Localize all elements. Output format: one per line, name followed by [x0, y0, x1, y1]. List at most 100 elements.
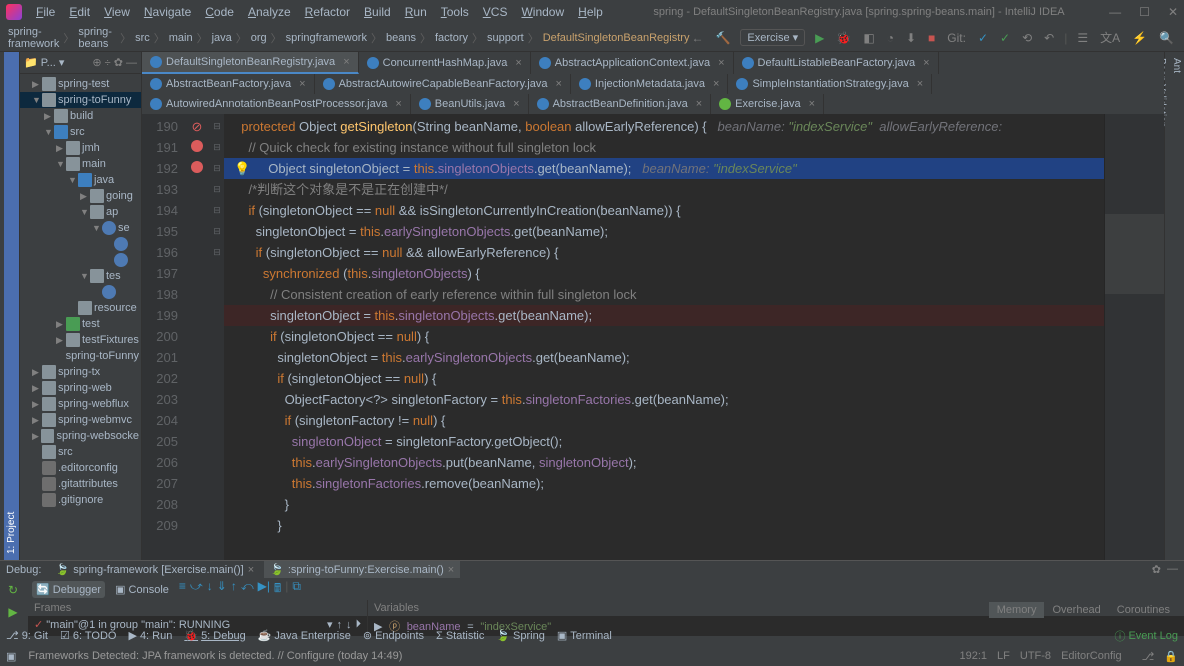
editor-tab[interactable]: Exercise.java×: [711, 94, 824, 114]
git-branch-icon[interactable]: ⎇: [1142, 650, 1155, 663]
trace-icon[interactable]: ⧉: [292, 579, 301, 600]
debug-hide-icon[interactable]: —: [1167, 563, 1178, 576]
rerun-icon[interactable]: ↻: [2, 580, 24, 600]
profiler-icon[interactable]: ◔: [885, 29, 896, 47]
vcs-commit-icon[interactable]: ✓: [998, 29, 1012, 47]
tool-todo[interactable]: ☑ 6: TODO: [60, 629, 116, 642]
close-tab-icon[interactable]: ×: [809, 98, 815, 110]
close-tab-icon[interactable]: ×: [923, 57, 929, 69]
status-indicator-icon[interactable]: ▣: [6, 650, 16, 663]
step-out-icon[interactable]: ↑: [231, 579, 237, 600]
resume-icon[interactable]: ▶: [2, 602, 24, 622]
code-line[interactable]: /*判断这个对象是不是正在创建中*/: [234, 179, 1104, 200]
left-tool-structure[interactable]: 7: Structure: [0, 52, 4, 560]
menu-help[interactable]: Help: [572, 3, 609, 21]
code-line[interactable]: singletonObject = this.earlySingletonObj…: [234, 221, 1104, 242]
close-tab-icon[interactable]: ×: [713, 78, 719, 90]
close-tab-icon[interactable]: ×: [395, 98, 401, 110]
breadcrumb-item[interactable]: org: [251, 32, 267, 44]
caret-position[interactable]: 192:1: [960, 650, 988, 663]
menu-edit[interactable]: Edit: [63, 3, 96, 21]
tree-item[interactable]: ▼spring-toFunny: [20, 92, 141, 108]
drop-frame-icon[interactable]: ⤺: [241, 579, 254, 600]
back-icon[interactable]: ←: [689, 29, 705, 47]
close-icon[interactable]: ×: [448, 564, 454, 576]
tree-item[interactable]: ▶spring-websocke: [20, 428, 141, 444]
stop-icon[interactable]: ■: [926, 29, 937, 47]
close-tab-icon[interactable]: ×: [555, 78, 561, 90]
close-tab-icon[interactable]: ×: [299, 78, 305, 90]
var-tab-coroutines[interactable]: Coroutines: [1109, 602, 1178, 618]
step-into-icon[interactable]: ↓: [207, 579, 213, 600]
code-line[interactable]: if (singletonObject == null) {: [234, 368, 1104, 389]
tool-spring[interactable]: 🍃 Spring: [496, 629, 545, 642]
debug-session-tab[interactable]: 🍃:spring-toFunny:Exercise.main()×: [264, 561, 460, 578]
vcs-revert-icon[interactable]: ↶: [1042, 29, 1056, 47]
close-tab-icon[interactable]: ×: [917, 78, 923, 90]
breadcrumb-item[interactable]: src: [135, 32, 150, 44]
ide-scripting-icon[interactable]: ☰: [1075, 29, 1090, 47]
editor-tab[interactable]: AbstractApplicationContext.java×: [531, 52, 734, 74]
tool-event-log[interactable]: ⓘ Event Log: [1114, 628, 1178, 644]
tree-item[interactable]: ▼src: [20, 124, 141, 140]
tree-item[interactable]: ▶spring-webmvc: [20, 412, 141, 428]
minimize-icon[interactable]: —: [1109, 5, 1121, 19]
tree-item[interactable]: ▶jmh: [20, 140, 141, 156]
tool-run[interactable]: ▶ 4: Run: [128, 629, 172, 642]
breakpoint-icon[interactable]: [191, 161, 203, 173]
maximize-icon[interactable]: ☐: [1139, 5, 1150, 19]
breadcrumb-item[interactable]: factory: [435, 32, 468, 44]
tree-item[interactable]: src: [20, 444, 141, 460]
code-line[interactable]: this.earlySingletonObjects.put(beanName,…: [234, 452, 1104, 473]
tree-item[interactable]: ▼ap: [20, 204, 141, 220]
tree-item[interactable]: ▶spring-test: [20, 76, 141, 92]
code-line[interactable]: 💡 Object singletonObject = this.singleto…: [224, 158, 1104, 179]
breadcrumb-item[interactable]: support: [487, 32, 524, 44]
editor-tab[interactable]: ConcurrentHashMap.java×: [359, 52, 531, 74]
evaluate-icon[interactable]: 🖩: [274, 579, 281, 600]
breadcrumb-item[interactable]: java: [212, 32, 232, 44]
tree-item[interactable]: .editorconfig: [20, 460, 141, 476]
right-tool-ant[interactable]: Ant: [1169, 52, 1184, 560]
code-line[interactable]: singletonObject = this.earlySingletonObj…: [234, 347, 1104, 368]
console-tab[interactable]: ▣ Console: [111, 581, 173, 598]
translate-icon[interactable]: 文A: [1098, 27, 1122, 48]
file-encoding[interactable]: UTF-8: [1020, 650, 1051, 663]
run-config-selector[interactable]: Exercise ▾: [740, 29, 805, 46]
show-execution-icon[interactable]: ≡: [179, 579, 186, 600]
menu-window[interactable]: Window: [515, 3, 570, 21]
editor-tab[interactable]: AutowiredAnnotationBeanPostProcessor.jav…: [142, 94, 411, 114]
code-line[interactable]: singletonObject = singletonFactory.getOb…: [234, 431, 1104, 452]
close-tab-icon[interactable]: ×: [343, 56, 349, 68]
tree-item[interactable]: [20, 284, 141, 300]
close-icon[interactable]: ✕: [1168, 5, 1178, 19]
settings-icon[interactable]: ⚡: [1130, 29, 1149, 47]
editor-tab[interactable]: DefaultSingletonBeanRegistry.java×: [142, 52, 359, 74]
breadcrumb-item[interactable]: DefaultSingletonBeanRegistry: [543, 32, 690, 44]
editor-tab[interactable]: InjectionMetadata.java×: [571, 74, 729, 94]
force-step-into-icon[interactable]: ⇓: [217, 579, 227, 600]
close-tab-icon[interactable]: ×: [696, 98, 702, 110]
project-options-icon[interactable]: ⊕ ÷ ✿ —: [92, 56, 137, 69]
code-line[interactable]: this.singletonFactories.remove(beanName)…: [234, 473, 1104, 494]
editor-tab[interactable]: AbstractBeanDefinition.java×: [529, 94, 712, 114]
lock-icon[interactable]: 🔒: [1164, 650, 1178, 663]
intention-bulb-icon[interactable]: 💡: [234, 161, 250, 176]
tree-item[interactable]: ▶spring-tx: [20, 364, 141, 380]
vcs-update-icon[interactable]: ✓: [976, 29, 990, 47]
editor-tab[interactable]: DefaultListableBeanFactory.java×: [734, 52, 939, 74]
code-line[interactable]: // Quick check for existing instance wit…: [234, 137, 1104, 158]
run-to-cursor-icon[interactable]: ▶|: [258, 579, 270, 600]
editor-tab[interactable]: BeanUtils.java×: [411, 94, 529, 114]
tree-item[interactable]: ▶testFixtures: [20, 332, 141, 348]
close-tab-icon[interactable]: ×: [718, 57, 724, 69]
code-line[interactable]: }: [234, 494, 1104, 515]
tree-item[interactable]: ▶spring-web: [20, 380, 141, 396]
debug-settings-icon[interactable]: ✿: [1152, 563, 1161, 576]
breadcrumb-item[interactable]: springframework: [286, 32, 367, 44]
breadcrumb-item[interactable]: spring-framework: [8, 26, 59, 50]
tree-item[interactable]: ▼se: [20, 220, 141, 236]
minimap-thumb[interactable]: [1105, 214, 1164, 294]
build-icon[interactable]: 🔨: [713, 29, 732, 47]
tree-item[interactable]: ▶test: [20, 316, 141, 332]
